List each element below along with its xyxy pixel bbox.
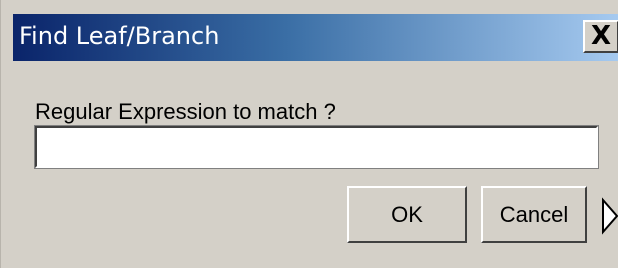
close-button[interactable]: X	[583, 20, 618, 53]
dialog-title: Find Leaf/Branch	[19, 22, 220, 50]
find-dialog: Find Leaf/Branch X Regular Expression to…	[0, 0, 618, 268]
regex-input[interactable]	[34, 125, 599, 169]
ok-button[interactable]: OK	[347, 186, 467, 243]
title-bar[interactable]: Find Leaf/Branch X	[13, 14, 618, 61]
triangle-arrow-icon	[602, 197, 618, 235]
cancel-button[interactable]: Cancel	[481, 186, 587, 243]
regex-prompt-label: Regular Expression to match ?	[35, 99, 336, 124]
